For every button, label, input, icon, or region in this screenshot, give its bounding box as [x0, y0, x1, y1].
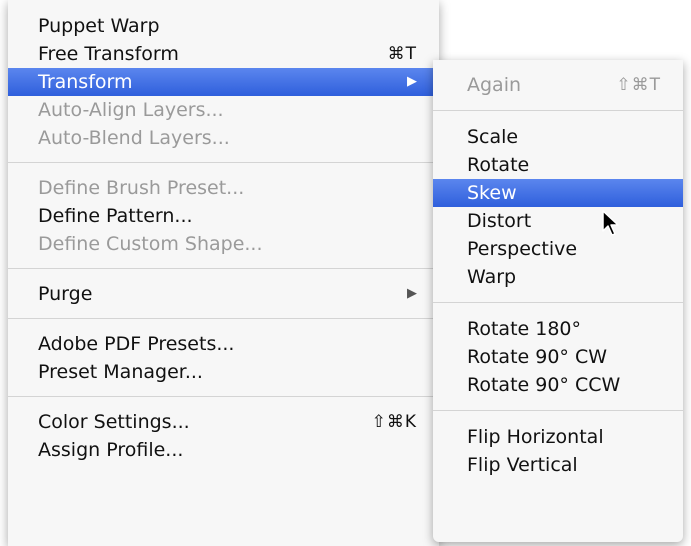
menu-item-label: Auto-Blend Layers...: [38, 127, 230, 149]
submenu-item-rotate-90-ccw[interactable]: Rotate 90° CCW: [433, 371, 683, 399]
submenu-item-skew[interactable]: Skew: [433, 179, 683, 207]
menu-item-label: Define Pattern...: [38, 205, 193, 227]
submenu-item-scale[interactable]: Scale: [433, 123, 683, 151]
menu-item-auto-align-layers[interactable]: Auto-Align Layers...: [8, 96, 439, 124]
menu-item-label: Color Settings...: [38, 411, 190, 433]
menu-item-label: Again: [467, 74, 522, 96]
mouse-pointer-icon: [602, 210, 619, 236]
menu-item-label: Rotate 180°: [467, 318, 582, 340]
menu-item-label: Define Custom Shape...: [38, 233, 263, 255]
submenu-arrow-icon: ▶: [407, 286, 417, 301]
submenu-item-flip-horizontal[interactable]: Flip Horizontal: [433, 423, 683, 451]
submenu-item-again[interactable]: Again ⇧⌘T: [433, 71, 683, 99]
menu-item-label: Purge: [38, 283, 93, 305]
menu-item-label: Rotate 90° CW: [467, 346, 608, 368]
menu-item-label: Flip Vertical: [467, 454, 578, 476]
menu-item-free-transform[interactable]: Free Transform ⌘T: [8, 40, 439, 68]
submenu-item-warp[interactable]: Warp: [433, 263, 683, 291]
menu-item-label: Preset Manager...: [38, 361, 203, 383]
submenu-item-rotate-180[interactable]: Rotate 180°: [433, 315, 683, 343]
submenu-item-distort[interactable]: Distort: [433, 207, 683, 235]
submenu-item-flip-vertical[interactable]: Flip Vertical: [433, 451, 683, 479]
menu-item-transform[interactable]: Transform ▶: [8, 68, 439, 96]
menu-item-label: Warp: [467, 266, 517, 288]
menu-item-define-custom-shape[interactable]: Define Custom Shape...: [8, 230, 439, 258]
menu-item-label: Puppet Warp: [38, 15, 160, 37]
menu-item-define-pattern[interactable]: Define Pattern...: [8, 202, 439, 230]
menu-item-label: Rotate 90° CCW: [467, 374, 621, 396]
submenu-item-rotate-90-cw[interactable]: Rotate 90° CW: [433, 343, 683, 371]
shortcut-label: ⌘T: [387, 44, 417, 64]
submenu-arrow-icon: ▶: [407, 74, 417, 89]
menu-item-preset-manager[interactable]: Preset Manager...: [8, 358, 439, 386]
menu-item-label: Flip Horizontal: [467, 426, 604, 448]
submenu-item-rotate[interactable]: Rotate: [433, 151, 683, 179]
menu-item-color-settings[interactable]: Color Settings... ⇧⌘K: [8, 408, 439, 436]
menu-separator: [8, 308, 439, 330]
menu-separator: [8, 258, 439, 280]
menu-item-label: Auto-Align Layers...: [38, 99, 224, 121]
menu-item-label: Distort: [467, 210, 532, 232]
menu-separator: [433, 291, 683, 315]
menu-item-label: Assign Profile...: [38, 439, 184, 461]
menu-item-label: Transform: [38, 71, 133, 93]
menu-item-label: Skew: [467, 182, 517, 204]
menu-item-auto-blend-layers[interactable]: Auto-Blend Layers...: [8, 124, 439, 152]
menu-item-label: Rotate: [467, 154, 530, 176]
menu-separator: [433, 399, 683, 423]
menu-item-label: Adobe PDF Presets...: [38, 333, 235, 355]
menu-item-purge[interactable]: Purge ▶: [8, 280, 439, 308]
menu-item-adobe-pdf-presets[interactable]: Adobe PDF Presets...: [8, 330, 439, 358]
menu-item-assign-profile[interactable]: Assign Profile...: [8, 436, 439, 464]
menu-item-label: Perspective: [467, 238, 578, 260]
edit-menu: Puppet Warp Free Transform ⌘T Transform …: [8, 0, 439, 546]
menu-separator: [8, 152, 439, 174]
screenshot-stage: Puppet Warp Free Transform ⌘T Transform …: [0, 0, 691, 546]
transform-submenu: Again ⇧⌘T Scale Rotate Skew Distort Pers…: [433, 60, 683, 542]
menu-item-define-brush-preset[interactable]: Define Brush Preset...: [8, 174, 439, 202]
shortcut-label: ⇧⌘K: [371, 412, 417, 432]
menu-separator: [8, 386, 439, 408]
menu-item-puppet-warp[interactable]: Puppet Warp: [8, 12, 439, 40]
menu-separator: [433, 99, 683, 123]
submenu-item-perspective[interactable]: Perspective: [433, 235, 683, 263]
menu-item-label: Free Transform: [38, 43, 179, 65]
menu-item-label: Scale: [467, 126, 519, 148]
shortcut-label: ⇧⌘T: [616, 75, 661, 95]
menu-item-label: Define Brush Preset...: [38, 177, 245, 199]
